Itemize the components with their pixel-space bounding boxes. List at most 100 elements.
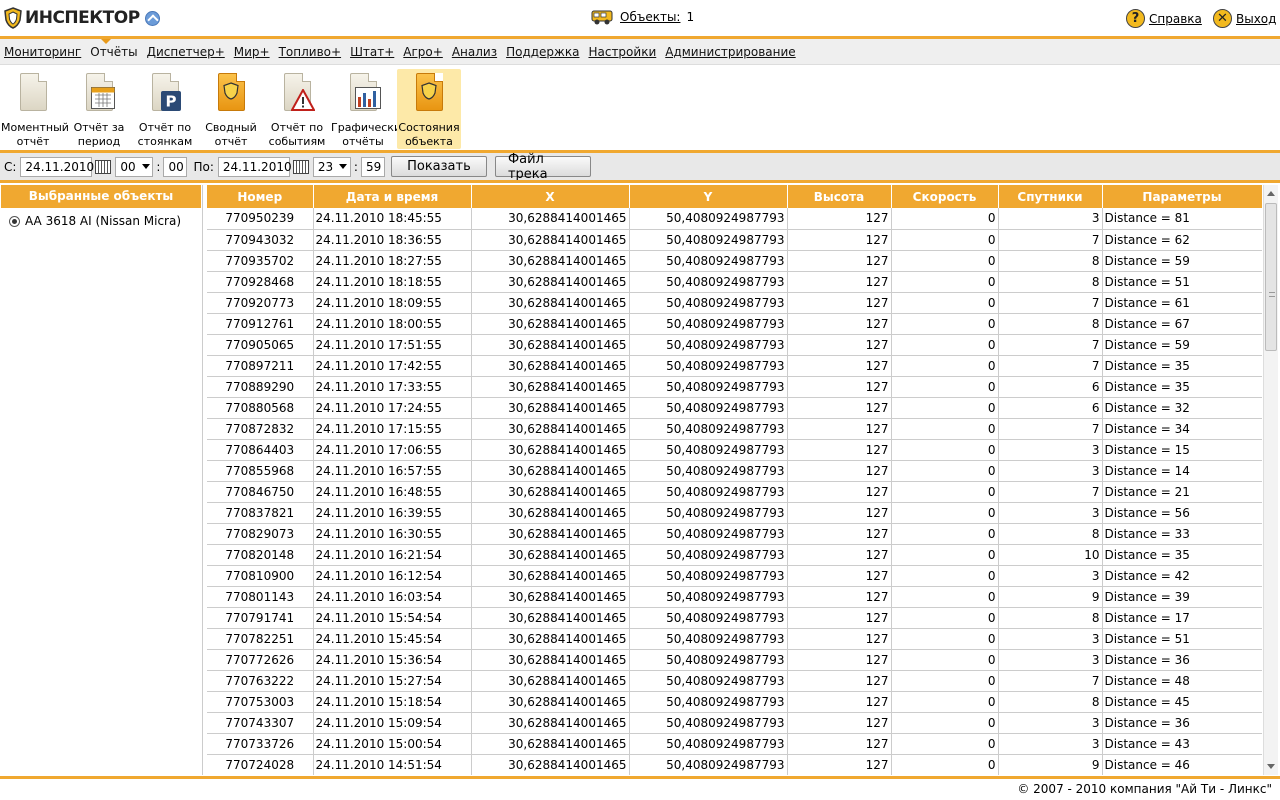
exit-link[interactable]: ✕ Выход bbox=[1213, 9, 1276, 28]
table-row[interactable]: 770872832 24.11.2010 17:15:55 30,628841400… bbox=[207, 418, 1262, 440]
menu-item-analysis[interactable]: Анализ bbox=[452, 45, 497, 59]
table-cell: 127 bbox=[787, 292, 892, 314]
calendar-icon[interactable] bbox=[292, 159, 309, 174]
to-minute-input[interactable]: 59 bbox=[360, 156, 385, 177]
menu-item-agro[interactable]: Агро+ bbox=[403, 45, 443, 59]
table-row[interactable]: 770801143 24.11.2010 16:03:54 30,628841400… bbox=[207, 586, 1262, 608]
table-cell: 127 bbox=[787, 481, 892, 503]
object-state-button[interactable]: Состояния объекта bbox=[397, 69, 461, 149]
collapse-icon[interactable] bbox=[144, 10, 160, 26]
menu-item-reports[interactable]: Отчёты bbox=[90, 45, 137, 59]
column-header[interactable]: Спутники bbox=[998, 185, 1103, 208]
table-cell: 770724028 bbox=[207, 754, 314, 775]
table-row[interactable]: 770935702 24.11.2010 18:27:55 30,628841400… bbox=[207, 250, 1262, 272]
menu-item-support[interactable]: Поддержка bbox=[506, 45, 579, 59]
menu-item-fuel[interactable]: Топливо+ bbox=[279, 45, 341, 59]
table-row[interactable]: 770820148 24.11.2010 16:21:54 30,628841400… bbox=[207, 544, 1262, 566]
table-cell: 50,4080924987793 bbox=[629, 355, 788, 377]
table-row[interactable]: 770928468 24.11.2010 18:18:55 30,628841400… bbox=[207, 271, 1262, 293]
chart-report-button[interactable]: Графические отчёты bbox=[331, 69, 408, 149]
scroll-up-icon[interactable] bbox=[1267, 191, 1275, 196]
table-row[interactable]: 770920773 24.11.2010 18:09:55 30,628841400… bbox=[207, 292, 1262, 314]
table-cell: Distance = 46 bbox=[1102, 754, 1262, 775]
table-row[interactable]: 770846750 24.11.2010 16:48:55 30,628841400… bbox=[207, 481, 1262, 503]
menu-item-world[interactable]: Мир+ bbox=[234, 45, 270, 59]
table-cell: 50,4080924987793 bbox=[629, 439, 788, 461]
table-row[interactable]: 770943032 24.11.2010 18:36:55 30,628841400… bbox=[207, 229, 1262, 251]
column-header[interactable]: X bbox=[471, 185, 630, 208]
table-row[interactable]: 770810900 24.11.2010 16:12:54 30,628841400… bbox=[207, 565, 1262, 587]
help-label[interactable]: Справка bbox=[1149, 12, 1202, 26]
table-cell: Distance = 42 bbox=[1102, 565, 1262, 587]
table-cell: 30,6288414001465 bbox=[471, 355, 630, 377]
table-row[interactable]: 770791741 24.11.2010 15:54:54 30,628841400… bbox=[207, 607, 1262, 629]
table-row[interactable]: 770753003 24.11.2010 15:18:54 30,628841400… bbox=[207, 691, 1262, 713]
table-row[interactable]: 770912761 24.11.2010 18:00:55 30,628841400… bbox=[207, 313, 1262, 335]
table-row[interactable]: 770782251 24.11.2010 15:45:54 30,628841400… bbox=[207, 628, 1262, 650]
table-cell: Distance = 45 bbox=[1102, 691, 1262, 713]
table-row[interactable]: 770889290 24.11.2010 17:33:55 30,628841400… bbox=[207, 376, 1262, 398]
table-row[interactable]: 770743307 24.11.2010 15:09:54 30,628841400… bbox=[207, 712, 1262, 734]
period-report-button[interactable]: Отчёт за период bbox=[67, 69, 131, 149]
table-row[interactable]: 770772626 24.11.2010 15:36:54 30,628841400… bbox=[207, 649, 1262, 671]
menu-item-monitoring[interactable]: Мониторинг bbox=[4, 45, 81, 59]
to-hour-select[interactable]: 23 bbox=[312, 156, 351, 177]
menu-item-dispatcher[interactable]: Диспетчер+ bbox=[147, 45, 225, 59]
track-file-button[interactable]: Файл трека bbox=[494, 152, 591, 182]
table-row[interactable]: 770724028 24.11.2010 14:51:54 30,628841400… bbox=[207, 754, 1262, 775]
events-report-button[interactable]: Отчёт по событиям bbox=[265, 69, 329, 149]
table-row[interactable]: 770864403 24.11.2010 17:06:55 30,628841400… bbox=[207, 439, 1262, 461]
column-header[interactable]: Высота bbox=[787, 185, 892, 208]
table-cell: Distance = 56 bbox=[1102, 502, 1262, 524]
exit-label[interactable]: Выход bbox=[1236, 12, 1276, 26]
object-item[interactable]: AA 3618 AI (Nissan Micra) bbox=[0, 208, 202, 228]
table-row[interactable]: 770855968 24.11.2010 16:57:55 30,628841400… bbox=[207, 460, 1262, 482]
from-date-input[interactable]: 24.11.2010 bbox=[20, 156, 94, 177]
main-menu: Мониторинг Отчёты Диспетчер+ Мир+ Топлив… bbox=[0, 39, 1280, 64]
table-cell: 127 bbox=[787, 439, 892, 461]
column-header[interactable]: Номер bbox=[207, 185, 314, 208]
column-header[interactable]: Параметры bbox=[1102, 185, 1262, 208]
menu-item-settings[interactable]: Настройки bbox=[588, 45, 656, 59]
scroll-thumb[interactable] bbox=[1265, 203, 1277, 351]
column-header[interactable]: Y bbox=[629, 185, 788, 208]
table-cell: 24.11.2010 16:48:55 bbox=[313, 481, 472, 503]
calendar-icon[interactable] bbox=[95, 159, 112, 174]
table-cell: 24.11.2010 14:51:54 bbox=[313, 754, 472, 775]
to-date-input[interactable]: 24.11.2010 bbox=[217, 156, 292, 177]
table-row[interactable]: 770897211 24.11.2010 17:42:55 30,628841400… bbox=[207, 355, 1262, 377]
menu-item-administration[interactable]: Администрирование bbox=[665, 45, 795, 59]
objects-link[interactable]: Объекты: bbox=[620, 10, 680, 24]
table-cell: 50,4080924987793 bbox=[629, 397, 788, 419]
summary-report-button[interactable]: Сводный отчёт bbox=[199, 69, 263, 149]
table-cell: 770820148 bbox=[207, 544, 314, 566]
table-row[interactable]: 770837821 24.11.2010 16:39:55 30,628841400… bbox=[207, 502, 1262, 524]
table-row[interactable]: 770829073 24.11.2010 16:30:55 30,628841400… bbox=[207, 523, 1262, 545]
parking-report-button[interactable]: P Отчёт по стоянкам bbox=[133, 69, 197, 149]
from-minute-input[interactable]: 00 bbox=[163, 156, 188, 177]
table-cell: 50,4080924987793 bbox=[629, 334, 788, 356]
table-row[interactable]: 770880568 24.11.2010 17:24:55 30,628841400… bbox=[207, 397, 1262, 419]
table-row[interactable]: 770950239 24.11.2010 18:45:55 30,628841400… bbox=[207, 208, 1262, 230]
column-header[interactable]: Скорость bbox=[891, 185, 999, 208]
tb-label-2: событиям bbox=[268, 135, 326, 148]
table-cell: 30,6288414001465 bbox=[471, 271, 630, 293]
table-row[interactable]: 770733726 24.11.2010 15:00:54 30,628841400… bbox=[207, 733, 1262, 755]
table-row[interactable]: 770905065 24.11.2010 17:51:55 30,628841400… bbox=[207, 334, 1262, 356]
table-cell: 50,4080924987793 bbox=[629, 376, 788, 398]
table-cell: 24.11.2010 18:27:55 bbox=[313, 250, 472, 272]
moment-report-button[interactable]: Моментный отчёт bbox=[1, 69, 69, 149]
from-hour-select[interactable]: 00 bbox=[115, 156, 154, 177]
table-row[interactable]: 770763222 24.11.2010 15:27:54 30,628841400… bbox=[207, 670, 1262, 692]
column-header[interactable]: Дата и время bbox=[313, 185, 472, 208]
menu-item-staff[interactable]: Штат+ bbox=[350, 45, 394, 59]
vertical-scrollbar[interactable] bbox=[1263, 185, 1278, 775]
table-cell: 30,6288414001465 bbox=[471, 229, 630, 251]
help-link[interactable]: ? Справка bbox=[1126, 9, 1202, 28]
radio-selected-icon[interactable] bbox=[9, 215, 20, 227]
table-cell: Distance = 36 bbox=[1102, 649, 1262, 671]
table-cell: 30,6288414001465 bbox=[471, 523, 630, 545]
show-button[interactable]: Показать bbox=[390, 156, 487, 177]
scroll-down-icon[interactable] bbox=[1267, 764, 1275, 769]
table-cell: 0 bbox=[891, 523, 999, 545]
